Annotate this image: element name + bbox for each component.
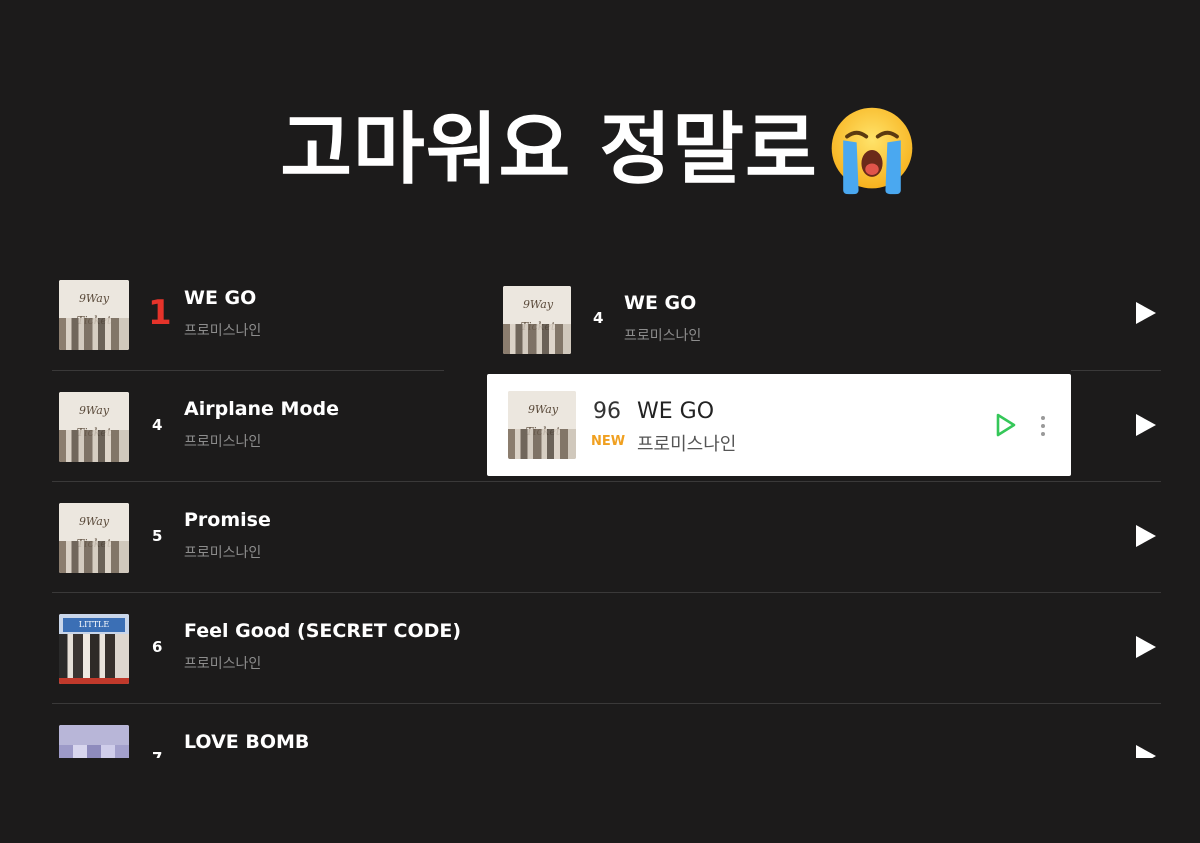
album-cover: 9Way Ticket xyxy=(59,392,129,462)
track-title: WE GO xyxy=(624,292,697,314)
loudly-crying-face-icon xyxy=(831,107,913,195)
rank-number: 6 xyxy=(152,638,163,656)
track-title: Feel Good (SECRET CODE) xyxy=(184,620,462,642)
play-outline-icon[interactable] xyxy=(992,412,1018,438)
rank-number: 4 xyxy=(152,416,163,434)
track-title: WE GO xyxy=(637,399,715,424)
screenshot-crop-edge xyxy=(0,758,1200,843)
track-artist: 프로미스나인 xyxy=(184,545,262,561)
album-cover: 9Way Ticket xyxy=(59,503,129,573)
rank-number: 5 xyxy=(152,527,163,545)
track-title: LOVE BOMB xyxy=(184,731,310,753)
play-icon[interactable] xyxy=(1136,414,1156,436)
rank-number: 96 xyxy=(593,399,621,424)
track-artist: 프로미스나인 xyxy=(184,323,262,339)
play-icon[interactable] xyxy=(1136,302,1156,324)
highlight-track-card[interactable]: 9Way Ticket 96 WE GO NEW 프로미스나인 xyxy=(487,374,1071,476)
track-title: Airplane Mode xyxy=(184,398,339,420)
chart-row[interactable]: LITTLE MIXED 6 Feel Good (SECRET CODE) 프… xyxy=(0,602,1200,702)
play-icon[interactable] xyxy=(1136,525,1156,547)
track-artist: 프로미스나인 xyxy=(184,434,262,450)
track-artist: 프로미스나인 xyxy=(184,656,262,672)
rank-number: 1 xyxy=(148,293,172,333)
more-options-icon[interactable] xyxy=(1039,414,1047,438)
new-badge: NEW xyxy=(591,434,626,449)
caption: 고마워요 정말로 xyxy=(0,100,1200,200)
album-cover: LITTLE MIXED xyxy=(59,614,129,684)
divider xyxy=(52,703,1161,704)
track-artist: 프로미스나인 xyxy=(624,328,702,344)
track-artist: 프로미스나인 xyxy=(637,434,737,455)
track-title: Promise xyxy=(184,509,271,531)
chart-row-left-1[interactable]: 9Way Ticket 1 WE GO 프로미스나인 xyxy=(0,270,450,370)
album-cover: 9Way Ticket xyxy=(508,391,576,459)
track-title: WE GO xyxy=(184,287,257,309)
chart-row[interactable]: 9Way Ticket 5 Promise 프로미스나인 xyxy=(0,491,1200,591)
album-cover: 9Way Ticket xyxy=(59,280,129,350)
chart-row-right-1[interactable]: 9Way Ticket 4 WE GO 프로미스나인 xyxy=(490,275,1170,360)
divider xyxy=(52,481,1161,482)
caption-text: 고마워요 정말로 xyxy=(280,105,818,195)
divider xyxy=(1071,370,1161,371)
play-icon[interactable] xyxy=(1136,636,1156,658)
rank-number: 4 xyxy=(593,309,604,327)
album-cover: 9Way Ticket xyxy=(503,286,571,354)
divider xyxy=(52,592,1161,593)
divider xyxy=(52,370,444,371)
